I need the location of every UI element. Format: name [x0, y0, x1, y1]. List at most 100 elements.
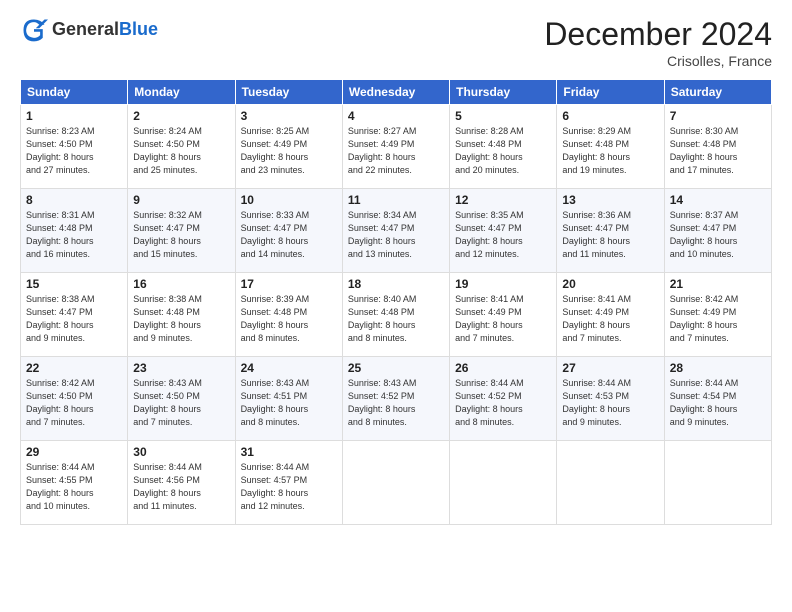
- calendar-cell: 14Sunrise: 8:37 AM Sunset: 4:47 PM Dayli…: [664, 189, 771, 273]
- day-number: 1: [26, 109, 122, 123]
- day-number: 14: [670, 193, 766, 207]
- logo-general: General: [52, 19, 119, 39]
- calendar-cell: [664, 441, 771, 525]
- day-number: 21: [670, 277, 766, 291]
- day-number: 18: [348, 277, 444, 291]
- calendar-cell: 10 Sunrise: 8:33 AM Sunset: 4:47 PM Dayli…: [235, 189, 342, 273]
- calendar-cell: 5 Sunrise: 8:28 AM Sunset: 4:48 PM Daylig…: [450, 105, 557, 189]
- day-info: Sunrise: 8:42 AM Sunset: 4:50 PM Dayligh…: [26, 377, 122, 429]
- calendar-cell: 20Sunrise: 8:41 AM Sunset: 4:49 PM Dayli…: [557, 273, 664, 357]
- calendar-cell: 13 Sunrise: 8:36 AM Sunset: 4:47 PM Dayli…: [557, 189, 664, 273]
- day-header-friday: Friday: [557, 80, 664, 105]
- day-info: Sunrise: 8:44 AM Sunset: 4:57 PM Dayligh…: [241, 461, 337, 513]
- day-info: Sunrise: 8:44 AM Sunset: 4:55 PM Dayligh…: [26, 461, 122, 513]
- calendar-header-row: SundayMondayTuesdayWednesdayThursdayFrid…: [21, 80, 772, 105]
- day-header-wednesday: Wednesday: [342, 80, 449, 105]
- day-number: 25: [348, 361, 444, 375]
- calendar-cell: 12 Sunrise: 8:35 AM Sunset: 4:47 PM Dayli…: [450, 189, 557, 273]
- day-number: 4: [348, 109, 444, 123]
- day-info: Sunrise: 8:39 AM Sunset: 4:48 PM Dayligh…: [241, 293, 337, 345]
- day-number: 3: [241, 109, 337, 123]
- calendar-cell: [450, 441, 557, 525]
- day-header-thursday: Thursday: [450, 80, 557, 105]
- day-number: 26: [455, 361, 551, 375]
- day-number: 24: [241, 361, 337, 375]
- calendar-cell: 23Sunrise: 8:43 AM Sunset: 4:50 PM Dayli…: [128, 357, 235, 441]
- day-number: 22: [26, 361, 122, 375]
- logo-blue: Blue: [119, 19, 158, 39]
- month-title: December 2024: [544, 16, 772, 53]
- day-number: 27: [562, 361, 658, 375]
- calendar-cell: 28 Sunrise: 8:44 AM Sunset: 4:54 PM Dayli…: [664, 357, 771, 441]
- day-header-tuesday: Tuesday: [235, 80, 342, 105]
- day-number: 23: [133, 361, 229, 375]
- day-number: 17: [241, 277, 337, 291]
- logo-icon: [20, 16, 48, 44]
- day-info: Sunrise: 8:34 AM Sunset: 4:47 PM Dayligh…: [348, 209, 444, 261]
- day-info: Sunrise: 8:25 AM Sunset: 4:49 PM Dayligh…: [241, 125, 337, 177]
- day-info: Sunrise: 8:43 AM Sunset: 4:51 PM Dayligh…: [241, 377, 337, 429]
- day-info: Sunrise: 8:29 AM Sunset: 4:48 PM Dayligh…: [562, 125, 658, 177]
- calendar-cell: 2 Sunrise: 8:24 AM Sunset: 4:50 PM Daylig…: [128, 105, 235, 189]
- calendar-cell: [342, 441, 449, 525]
- calendar-cell: [557, 441, 664, 525]
- day-number: 30: [133, 445, 229, 459]
- day-info: Sunrise: 8:31 AM Sunset: 4:48 PM Dayligh…: [26, 209, 122, 261]
- day-info: Sunrise: 8:42 AM Sunset: 4:49 PM Dayligh…: [670, 293, 766, 345]
- day-info: Sunrise: 8:24 AM Sunset: 4:50 PM Dayligh…: [133, 125, 229, 177]
- day-number: 15: [26, 277, 122, 291]
- calendar-week-row: 15 Sunrise: 8:38 AM Sunset: 4:47 PM Dayli…: [21, 273, 772, 357]
- calendar-cell: 19Sunrise: 8:41 AM Sunset: 4:49 PM Dayli…: [450, 273, 557, 357]
- calendar-cell: 30Sunrise: 8:44 AM Sunset: 4:56 PM Dayli…: [128, 441, 235, 525]
- day-info: Sunrise: 8:40 AM Sunset: 4:48 PM Dayligh…: [348, 293, 444, 345]
- day-info: Sunrise: 8:44 AM Sunset: 4:52 PM Dayligh…: [455, 377, 551, 429]
- calendar-cell: 29 Sunrise: 8:44 AM Sunset: 4:55 PM Dayli…: [21, 441, 128, 525]
- day-number: 5: [455, 109, 551, 123]
- calendar-cell: 11Sunrise: 8:34 AM Sunset: 4:47 PM Dayli…: [342, 189, 449, 273]
- calendar-cell: 16Sunrise: 8:38 AM Sunset: 4:48 PM Dayli…: [128, 273, 235, 357]
- day-info: Sunrise: 8:35 AM Sunset: 4:47 PM Dayligh…: [455, 209, 551, 261]
- calendar-cell: 17 Sunrise: 8:39 AM Sunset: 4:48 PM Dayli…: [235, 273, 342, 357]
- day-number: 12: [455, 193, 551, 207]
- day-info: Sunrise: 8:28 AM Sunset: 4:48 PM Dayligh…: [455, 125, 551, 177]
- day-info: Sunrise: 8:43 AM Sunset: 4:52 PM Dayligh…: [348, 377, 444, 429]
- logo-text: GeneralBlue: [52, 20, 158, 40]
- day-info: Sunrise: 8:36 AM Sunset: 4:47 PM Dayligh…: [562, 209, 658, 261]
- day-number: 10: [241, 193, 337, 207]
- calendar-cell: 6 Sunrise: 8:29 AM Sunset: 4:48 PM Daylig…: [557, 105, 664, 189]
- day-info: Sunrise: 8:38 AM Sunset: 4:48 PM Dayligh…: [133, 293, 229, 345]
- day-number: 20: [562, 277, 658, 291]
- day-info: Sunrise: 8:23 AM Sunset: 4:50 PM Dayligh…: [26, 125, 122, 177]
- page: GeneralBlue December 2024 Crisolles, Fra…: [0, 0, 792, 612]
- day-info: Sunrise: 8:44 AM Sunset: 4:53 PM Dayligh…: [562, 377, 658, 429]
- day-header-saturday: Saturday: [664, 80, 771, 105]
- day-info: Sunrise: 8:41 AM Sunset: 4:49 PM Dayligh…: [455, 293, 551, 345]
- calendar-cell: 27 Sunrise: 8:44 AM Sunset: 4:53 PM Dayli…: [557, 357, 664, 441]
- calendar-cell: 31 Sunrise: 8:44 AM Sunset: 4:57 PM Dayli…: [235, 441, 342, 525]
- calendar-week-row: 8 Sunrise: 8:31 AM Sunset: 4:48 PM Daylig…: [21, 189, 772, 273]
- day-number: 13: [562, 193, 658, 207]
- calendar-cell: 24 Sunrise: 8:43 AM Sunset: 4:51 PM Dayli…: [235, 357, 342, 441]
- header: GeneralBlue December 2024 Crisolles, Fra…: [20, 16, 772, 69]
- calendar-cell: 18 Sunrise: 8:40 AM Sunset: 4:48 PM Dayli…: [342, 273, 449, 357]
- day-number: 6: [562, 109, 658, 123]
- calendar-week-row: 1 Sunrise: 8:23 AM Sunset: 4:50 PM Daylig…: [21, 105, 772, 189]
- calendar-week-row: 29 Sunrise: 8:44 AM Sunset: 4:55 PM Dayli…: [21, 441, 772, 525]
- calendar-cell: 25 Sunrise: 8:43 AM Sunset: 4:52 PM Dayli…: [342, 357, 449, 441]
- day-number: 8: [26, 193, 122, 207]
- calendar-cell: 8 Sunrise: 8:31 AM Sunset: 4:48 PM Daylig…: [21, 189, 128, 273]
- day-number: 2: [133, 109, 229, 123]
- day-number: 31: [241, 445, 337, 459]
- day-info: Sunrise: 8:44 AM Sunset: 4:54 PM Dayligh…: [670, 377, 766, 429]
- day-info: Sunrise: 8:33 AM Sunset: 4:47 PM Dayligh…: [241, 209, 337, 261]
- calendar-week-row: 22 Sunrise: 8:42 AM Sunset: 4:50 PM Dayli…: [21, 357, 772, 441]
- day-info: Sunrise: 8:38 AM Sunset: 4:47 PM Dayligh…: [26, 293, 122, 345]
- calendar-cell: 21 Sunrise: 8:42 AM Sunset: 4:49 PM Dayli…: [664, 273, 771, 357]
- day-number: 29: [26, 445, 122, 459]
- calendar-cell: 1 Sunrise: 8:23 AM Sunset: 4:50 PM Daylig…: [21, 105, 128, 189]
- day-number: 28: [670, 361, 766, 375]
- calendar-cell: 3 Sunrise: 8:25 AM Sunset: 4:49 PM Daylig…: [235, 105, 342, 189]
- calendar-cell: 9Sunrise: 8:32 AM Sunset: 4:47 PM Daylig…: [128, 189, 235, 273]
- calendar-cell: 26 Sunrise: 8:44 AM Sunset: 4:52 PM Dayli…: [450, 357, 557, 441]
- day-number: 9: [133, 193, 229, 207]
